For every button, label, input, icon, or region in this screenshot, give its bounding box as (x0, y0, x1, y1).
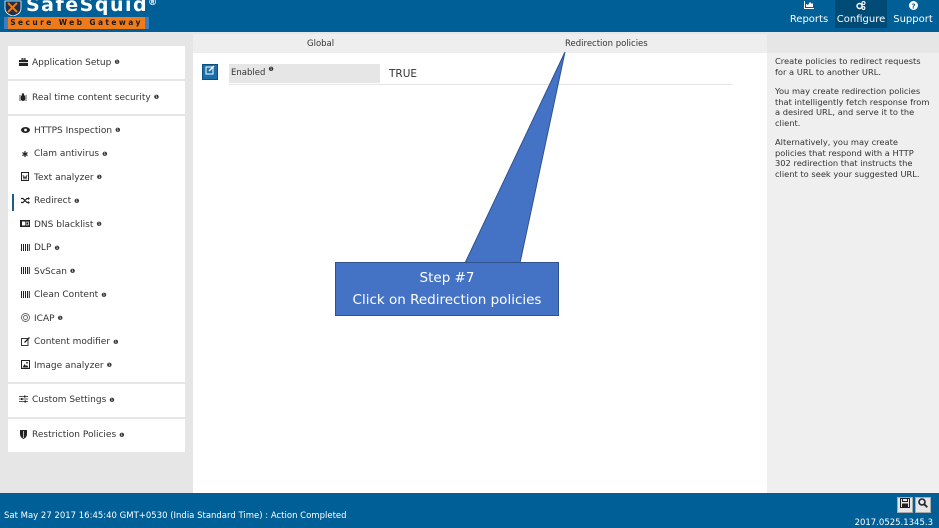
field-divider (229, 84, 733, 85)
sidebar-item-redirect[interactable]: Redirect ❶ (8, 190, 185, 214)
random-icon (19, 196, 31, 206)
life-ring-icon (19, 313, 31, 324)
info-icon[interactable]: ❶ (113, 339, 118, 346)
nav-support[interactable]: ? Support (887, 0, 939, 28)
status-message: Sat May 27 2017 16:45:40 GMT+0530 (India… (4, 511, 347, 521)
save-icon (900, 498, 910, 511)
step-callout: Step #7 Click on Redirection policies (335, 262, 559, 316)
barcode-icon (19, 243, 31, 253)
search-icon (918, 498, 928, 511)
barcode-icon (19, 267, 31, 276)
version-number: 2017.0525.1345.3 (854, 518, 933, 528)
sidebar-item-application-setup[interactable]: Application Setup ❶ (8, 46, 185, 79)
policy-tabs: Global Redirection policies (193, 34, 767, 53)
shield-icon (17, 429, 29, 441)
info-icon[interactable]: ❶ (101, 292, 106, 299)
info-icon[interactable]: ❶ (119, 432, 124, 439)
sidebar-item-https-inspection[interactable]: HTTPS Inspection ❶ (8, 119, 185, 143)
tab-redirection-policies[interactable]: Redirection policies (565, 39, 648, 49)
squid-logo-icon (4, 0, 22, 16)
sidebar-item-custom-settings[interactable]: Custom Settings ❶ (8, 383, 185, 417)
info-icon[interactable]: ❶ (70, 268, 75, 275)
area-chart-icon (784, 1, 834, 14)
info-icon[interactable]: ❶ (154, 94, 159, 101)
info-icon[interactable]: ❶ (102, 151, 107, 158)
info-icon[interactable]: ❶ (97, 174, 102, 181)
cogs-icon (835, 0, 887, 14)
edit-icon (19, 336, 31, 348)
nav-configure[interactable]: Configure (835, 0, 887, 28)
help-panel: Create policies to redirect requests for… (767, 53, 939, 493)
eye-icon (19, 126, 31, 135)
id-card-icon (19, 220, 31, 229)
help-paragraph: You may create redirection policies that… (775, 86, 930, 128)
enabled-label: Enabled ❶ (229, 64, 380, 83)
sidebar-item-restriction-policies[interactable]: Restriction Policies ❶ (8, 418, 185, 452)
edit-button[interactable] (202, 64, 218, 80)
bug-icon (17, 92, 29, 103)
callout-step: Step #7 (419, 270, 475, 286)
enabled-value: TRUE (389, 68, 418, 80)
info-icon[interactable]: ❶ (268, 66, 273, 73)
sidebar-item-dlp[interactable]: DLP ❶ (8, 237, 185, 261)
sidebar-item-image-analyzer[interactable]: Image analyzer ❶ (8, 354, 185, 378)
sidebar-item-svscan[interactable]: SvScan ❶ (8, 260, 185, 284)
info-icon[interactable]: ❶ (54, 245, 59, 252)
sidebar-item-icap[interactable]: ICAP ❶ (8, 307, 185, 331)
info-icon[interactable]: ❶ (74, 198, 79, 205)
status-bar: Sat May 27 2017 16:45:40 GMT+0530 (India… (0, 493, 939, 528)
image-icon (19, 360, 31, 371)
sidebar-item-dns-blacklist[interactable]: DNS blacklist ❶ (8, 213, 185, 237)
info-icon[interactable]: ❶ (96, 221, 101, 228)
question-circle-icon: ? (887, 1, 939, 14)
sidebar-group-content-security: HTTPS Inspection ❶ ✱ Clam antivirus ❶ Text… (8, 116, 185, 382)
brand-name: SafeSquid® (26, 0, 159, 16)
sidebar-item-real-time-content-security[interactable]: Real time content security ❶ (8, 81, 185, 114)
search-button[interactable] (915, 497, 931, 513)
sliders-icon (17, 395, 29, 405)
safesquid-logo[interactable]: SafeSquid® Secure Web Gateway (2, 0, 157, 32)
sidebar: Application Setup ❶ Real time content sec… (8, 46, 185, 454)
briefcase-icon (17, 57, 29, 68)
asterisk-icon: ✱ (21, 149, 29, 159)
top-nav: Reports Configure ? Support (784, 0, 939, 32)
info-icon[interactable]: ❶ (58, 315, 63, 322)
callout-instruction: Click on Redirection policies (352, 292, 542, 308)
tab-global[interactable]: Global (307, 39, 334, 49)
top-bar: SafeSquid® Secure Web Gateway Reports Co… (0, 0, 939, 32)
sidebar-item-clean-content[interactable]: Clean Content ❶ (8, 284, 185, 308)
sidebar-item-clam-antivirus[interactable]: ✱ Clam antivirus ❶ (8, 143, 185, 167)
edit-icon (205, 65, 215, 78)
info-icon[interactable]: ❶ (115, 127, 120, 134)
help-paragraph: Create policies to redirect requests for… (775, 56, 921, 77)
save-button[interactable] (897, 497, 913, 513)
file-word-icon (19, 172, 31, 183)
sidebar-item-content-modifier[interactable]: Content modifier ❶ (8, 331, 185, 355)
info-icon[interactable]: ❶ (109, 397, 114, 404)
svg-text:?: ? (911, 2, 915, 10)
info-icon[interactable]: ❶ (107, 362, 112, 369)
sidebar-item-text-analyzer[interactable]: Text analyzer ❶ (8, 166, 185, 190)
brand-tagline: Secure Web Gateway (4, 17, 149, 29)
info-icon[interactable]: ❶ (114, 59, 119, 66)
help-paragraph: Alternatively, you may create policies t… (775, 137, 920, 179)
nav-reports[interactable]: Reports (784, 0, 834, 28)
barcode-icon (19, 290, 31, 300)
